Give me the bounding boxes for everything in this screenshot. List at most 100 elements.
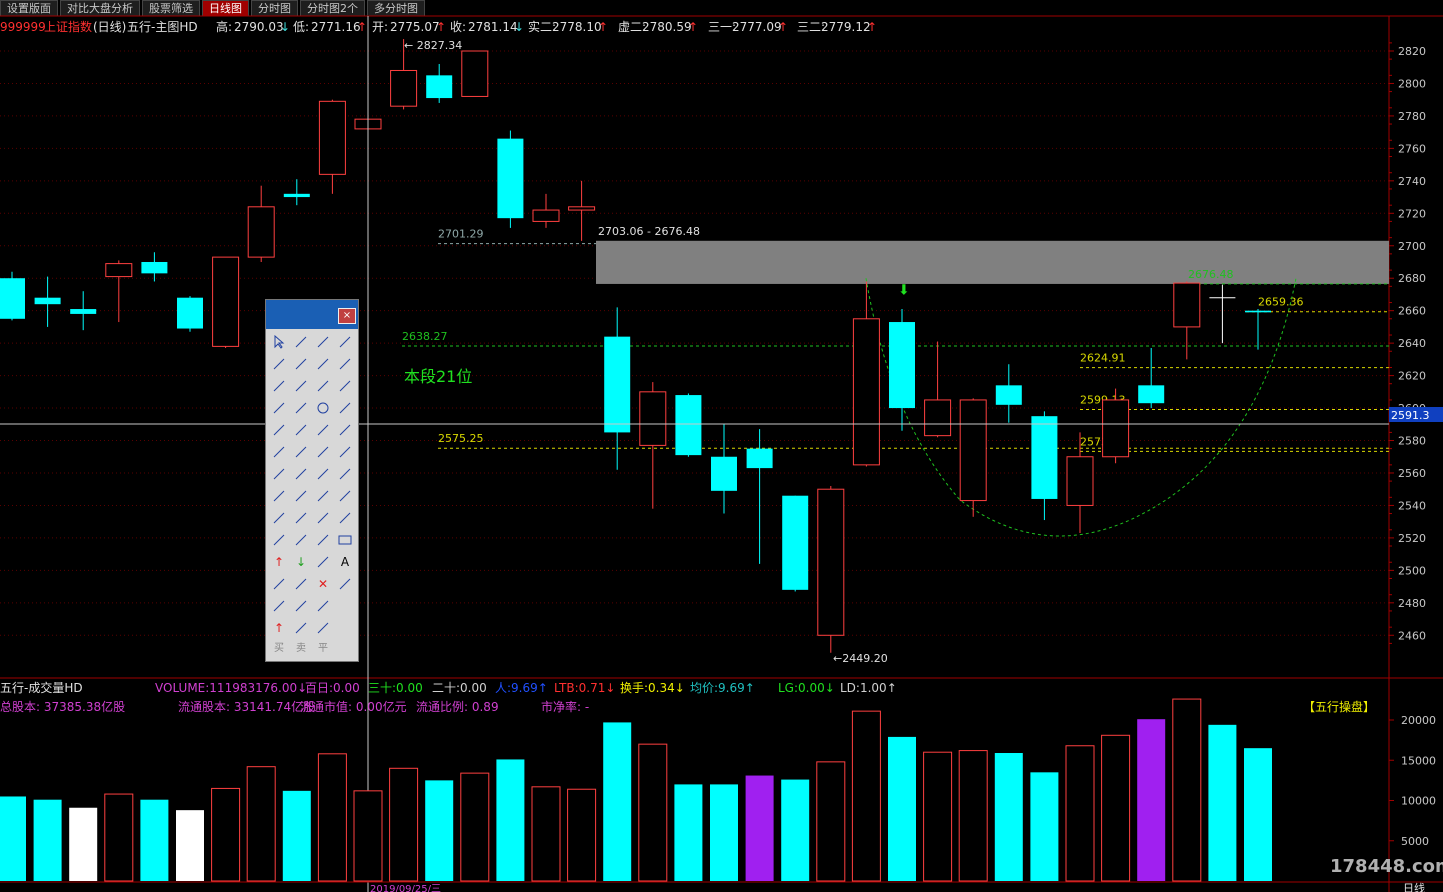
- arrow-line-icon[interactable]: [334, 331, 356, 353]
- candle-body: [318, 100, 346, 175]
- price-tick-label: 2500: [1398, 564, 1426, 577]
- candle-body: [461, 50, 489, 97]
- line-icon[interactable]: [290, 331, 312, 353]
- empty-icon: [334, 595, 356, 617]
- fork-icon[interactable]: [312, 463, 334, 485]
- candle-body: [283, 193, 310, 198]
- volume-bar: [567, 788, 597, 882]
- fork-2-icon[interactable]: [334, 463, 356, 485]
- stat-label: 低:: [293, 20, 309, 34]
- indicator-name: 五行-主图HD: [127, 20, 198, 34]
- ruler-icon[interactable]: [290, 595, 312, 617]
- bars-3-icon[interactable]: [312, 507, 334, 529]
- gann-price-icon[interactable]: [290, 441, 312, 463]
- paint-icon[interactable]: [334, 573, 356, 595]
- period-3-icon[interactable]: [312, 485, 334, 507]
- level-label: 2676.48: [1188, 268, 1234, 281]
- price-tick-label: 2580: [1398, 435, 1426, 448]
- triangle-icon[interactable]: [312, 529, 334, 551]
- bars-2-icon[interactable]: [290, 507, 312, 529]
- volume-bar: [176, 810, 204, 881]
- ticket-icon[interactable]: [312, 595, 334, 617]
- drawing-toolbox[interactable]: × ↑ ↓ A ✕ ↑ 买 卖 平: [265, 299, 359, 662]
- h-arrow-icon[interactable]: [334, 353, 356, 375]
- mountain-icon[interactable]: [290, 419, 312, 441]
- number-label-icon[interactable]: [290, 375, 312, 397]
- stat-arrow: ↑: [688, 20, 698, 34]
- segment-icon[interactable]: [268, 353, 290, 375]
- close-position-tool[interactable]: 平: [312, 639, 334, 654]
- toolbox-titlebar[interactable]: ×: [266, 300, 358, 329]
- candle-body: [995, 385, 1022, 405]
- parallel-icon[interactable]: [312, 375, 334, 397]
- v-line-icon[interactable]: [268, 375, 290, 397]
- period-icon[interactable]: [268, 485, 290, 507]
- channel-2-icon[interactable]: [290, 463, 312, 485]
- ray-icon[interactable]: [312, 331, 334, 353]
- parallel-2-icon[interactable]: [334, 375, 356, 397]
- down-mark-icon[interactable]: [290, 617, 312, 639]
- circle-icon[interactable]: [312, 397, 334, 419]
- zigzag-2-icon[interactable]: [334, 419, 356, 441]
- candle-body: [532, 209, 560, 222]
- sell-tool[interactable]: 卖: [290, 639, 312, 654]
- delete-icon[interactable]: ✕: [312, 573, 334, 595]
- up-mark-icon[interactable]: ↑: [268, 617, 290, 639]
- up-down-icon[interactable]: [312, 551, 334, 573]
- volume-bar: [816, 761, 846, 882]
- volume-bar: [246, 766, 276, 882]
- volume-stat: 百日:0.00: [305, 681, 360, 695]
- volume-bar: [710, 784, 738, 881]
- volume-bar: [888, 736, 916, 881]
- channel-icon[interactable]: [268, 463, 290, 485]
- candle-body: [426, 75, 453, 99]
- resistance-zone: [596, 240, 1389, 284]
- gray-box-icon[interactable]: [290, 573, 312, 595]
- stock-chart[interactable]: 2820 2800 2780 2760 2740 2720 2700 2680 2660 2640…: [0, 0, 1443, 892]
- cursor-icon[interactable]: [268, 331, 290, 353]
- volume-bar: [282, 790, 311, 881]
- gann-grid-icon[interactable]: [334, 441, 356, 463]
- gann-angle-icon[interactable]: [312, 441, 334, 463]
- h-segment-icon[interactable]: [312, 353, 334, 375]
- zigzag-icon[interactable]: [312, 419, 334, 441]
- candle-body: [1245, 310, 1271, 313]
- down-line-icon[interactable]: [290, 529, 312, 551]
- candle-body: [924, 399, 952, 437]
- volume-tick-label: 15000: [1401, 754, 1436, 767]
- speed-fan-icon[interactable]: [268, 529, 290, 551]
- h-line-icon[interactable]: [290, 353, 312, 375]
- volume-stat: 人:9.69↑: [495, 681, 548, 695]
- candle-body: [852, 318, 880, 466]
- wave-icon[interactable]: [268, 419, 290, 441]
- bars-icon[interactable]: [268, 507, 290, 529]
- period-2-icon[interactable]: [290, 485, 312, 507]
- speed-line-icon[interactable]: [334, 507, 356, 529]
- rectangle-icon[interactable]: [334, 529, 356, 551]
- candle-body: [177, 297, 203, 329]
- peak-icon[interactable]: [268, 441, 290, 463]
- share-info: 流通比例: 0.89: [416, 700, 499, 714]
- buy-tool[interactable]: 买: [268, 639, 290, 654]
- stat-arrow: ↑: [778, 20, 788, 34]
- close-icon[interactable]: ×: [338, 308, 356, 324]
- candle-body: [1138, 385, 1165, 404]
- up-arrow-icon[interactable]: ↑: [268, 551, 290, 573]
- volume-bar: [140, 799, 169, 881]
- volume-title: 五行-成交量HD: [0, 680, 83, 695]
- text-a-icon[interactable]: [268, 573, 290, 595]
- stat-label: 开:: [372, 20, 388, 34]
- flag-icon[interactable]: [312, 617, 334, 639]
- candle-body: [782, 495, 809, 590]
- text-icon[interactable]: A: [334, 551, 356, 573]
- sphere-icon[interactable]: [334, 397, 356, 419]
- volume-bar: [1030, 772, 1059, 881]
- down-arrow-icon[interactable]: ↓: [290, 551, 312, 573]
- stock-code: 999999: [0, 20, 46, 34]
- arc-icon[interactable]: [290, 397, 312, 419]
- fib-period-icon[interactable]: [334, 485, 356, 507]
- book-icon[interactable]: [268, 595, 290, 617]
- candle-body: [497, 138, 524, 219]
- stat-value: 2780.59: [642, 20, 692, 34]
- fan-icon[interactable]: [268, 397, 290, 419]
